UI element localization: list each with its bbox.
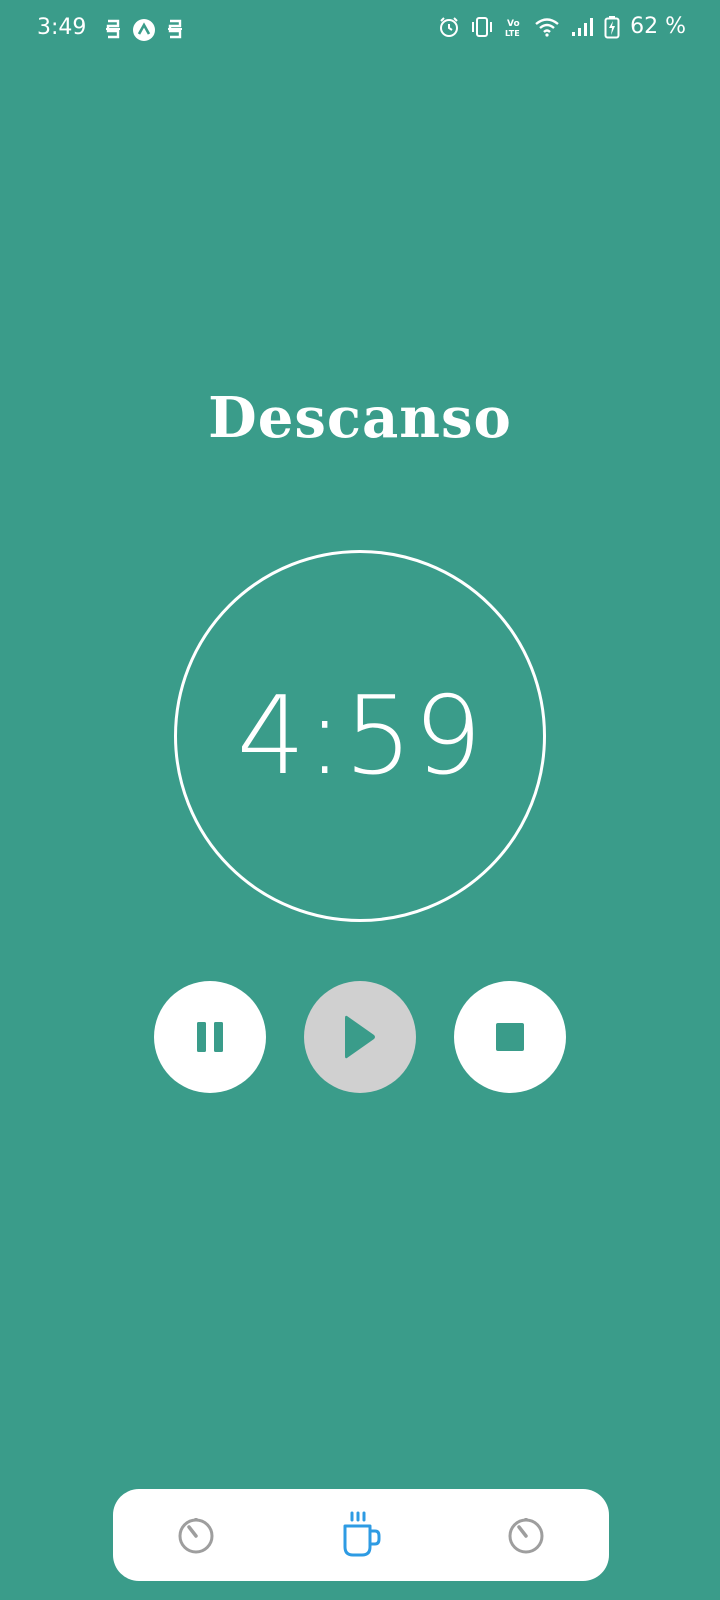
timer-icon <box>176 1515 216 1555</box>
pause-button[interactable] <box>154 981 266 1093</box>
s-app-icon <box>104 18 122 42</box>
timer-ring: 4:59 <box>174 550 546 922</box>
battery-percent: 62 % <box>630 14 686 39</box>
svg-text:Vo: Vo <box>507 19 520 29</box>
timer-display: 4:59 <box>236 673 484 799</box>
coffee-cup-icon <box>340 1511 382 1559</box>
status-time: 3:49 <box>37 15 87 40</box>
nav-item-break[interactable] <box>311 1489 411 1581</box>
stop-icon <box>495 1022 525 1052</box>
battery-charging-icon <box>604 15 620 39</box>
nav-item-long-break[interactable] <box>476 1489 576 1581</box>
status-system-icons: Vo LTE 62 % <box>438 14 686 39</box>
alarm-icon <box>438 16 460 38</box>
volte-icon: Vo LTE <box>504 16 524 38</box>
signal-icon <box>570 16 594 38</box>
wifi-icon <box>534 16 560 38</box>
page-title: Descanso <box>208 385 512 451</box>
vibrate-icon <box>470 16 494 38</box>
timer-icon <box>506 1515 546 1555</box>
stop-button[interactable] <box>454 981 566 1093</box>
svg-text:LTE: LTE <box>505 29 520 38</box>
status-notification-icons <box>104 18 184 42</box>
nav-item-focus-timer[interactable] <box>146 1489 246 1581</box>
status-bar: 3:49 Vo LTE 62 % <box>0 0 720 62</box>
s-app-icon <box>166 18 184 42</box>
play-icon <box>343 1013 377 1061</box>
pause-icon <box>195 1020 225 1054</box>
a-app-icon <box>132 18 156 42</box>
play-button[interactable] <box>304 981 416 1093</box>
bottom-navigation <box>113 1489 609 1581</box>
